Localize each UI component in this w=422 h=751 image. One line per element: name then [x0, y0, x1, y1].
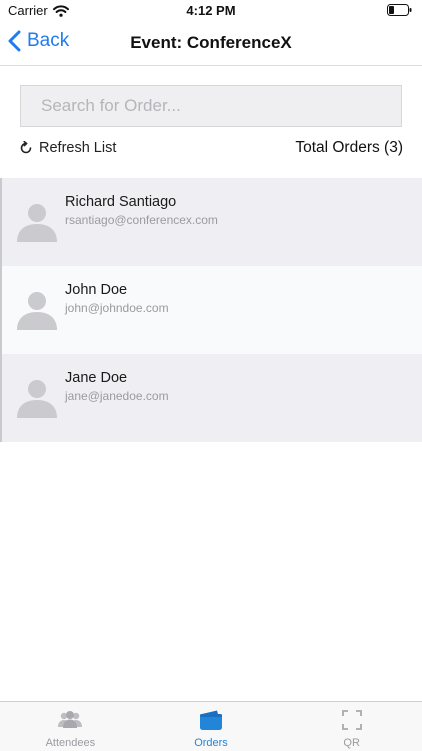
- tab-orders-label: Orders: [194, 737, 228, 749]
- order-name: John Doe: [65, 282, 128, 298]
- battery-icon: [387, 4, 412, 19]
- order-row[interactable]: Richard Santiago rsantiago@conferencex.c…: [0, 178, 422, 266]
- order-name: Richard Santiago: [65, 194, 177, 210]
- order-email: rsantiago@conferencex.com: [65, 213, 218, 227]
- order-row[interactable]: Jane Doe jane@janedoe.com: [0, 354, 422, 442]
- tab-orders[interactable]: Orders: [141, 702, 282, 751]
- search-input[interactable]: [20, 85, 402, 127]
- qr-scan-icon: [341, 710, 362, 730]
- avatar-placeholder-icon: [17, 380, 57, 418]
- refresh-list-label: Refresh List: [39, 140, 117, 156]
- tab-qr-label: QR: [343, 737, 360, 749]
- search-container: [20, 85, 402, 127]
- status-bar: Carrier 4:12 PM: [0, 0, 422, 22]
- tab-attendees-label: Attendees: [45, 737, 96, 749]
- order-name: Jane Doe: [65, 370, 128, 386]
- order-email: john@johndoe.com: [65, 301, 169, 315]
- refresh-list-button[interactable]: Refresh List: [19, 140, 116, 156]
- attendees-icon: [58, 711, 83, 728]
- tab-bar: Attendees Orders QR: [0, 701, 422, 751]
- orders-icon: [200, 710, 222, 730]
- orders-toolbar: Refresh List Total Orders (3): [0, 138, 422, 162]
- total-orders-count: Total Orders (3): [295, 139, 403, 156]
- order-row[interactable]: John Doe john@johndoe.com: [0, 266, 422, 354]
- page-title: Event: ConferenceX: [130, 33, 292, 52]
- order-email: jane@janedoe.com: [65, 389, 169, 403]
- navigation-bar: Back Event: ConferenceX: [0, 22, 422, 66]
- avatar-placeholder-icon: [17, 292, 57, 330]
- avatar-placeholder-icon: [17, 204, 57, 242]
- tab-attendees[interactable]: Attendees: [0, 702, 141, 751]
- orders-list: Richard Santiago rsantiago@conferencex.c…: [0, 178, 422, 442]
- refresh-icon: [20, 141, 32, 154]
- tab-qr[interactable]: QR: [281, 702, 422, 751]
- status-time: 4:12 PM: [186, 3, 236, 18]
